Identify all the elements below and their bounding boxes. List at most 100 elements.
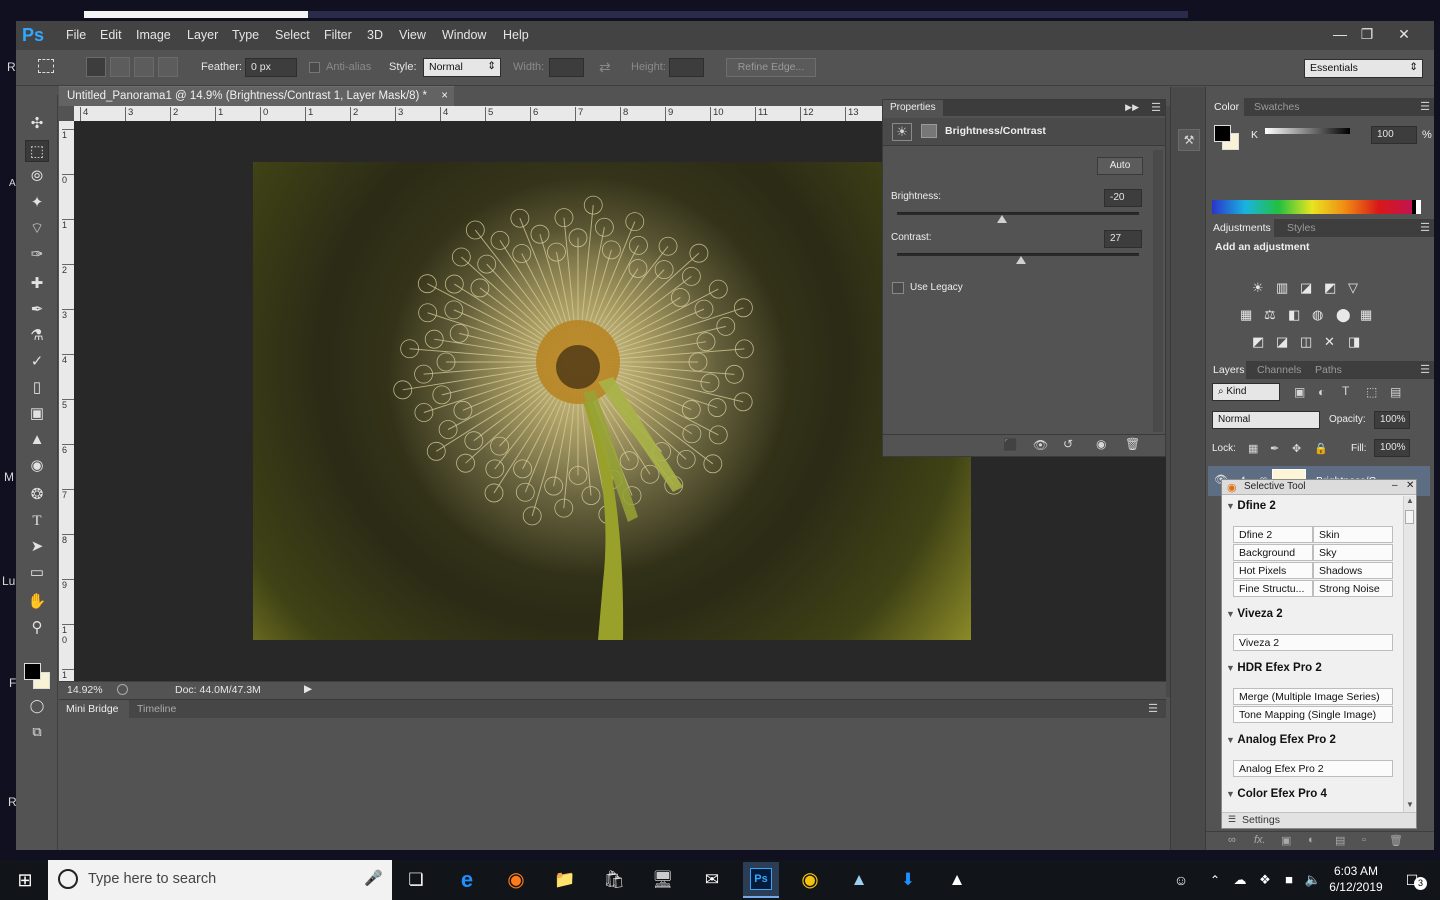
subtract-selection-icon[interactable]	[134, 57, 154, 77]
filter-button[interactable]: Strong Noise	[1313, 580, 1393, 597]
refine-edge-button[interactable]: Refine Edge...	[726, 58, 816, 77]
new-group-icon[interactable]: ▤	[1335, 834, 1345, 847]
chrome-icon[interactable]: ◉	[795, 866, 825, 894]
lasso-tool-icon[interactable]: ⦾	[25, 166, 49, 188]
history-panel-icon[interactable]: ⚒	[1178, 129, 1200, 151]
add-selection-icon[interactable]	[110, 57, 130, 77]
filter-button[interactable]: Skin	[1313, 526, 1393, 543]
filter-kind-select[interactable]: ⌕ Kind	[1212, 383, 1280, 401]
pen-tool-icon[interactable]: ❂	[25, 484, 49, 506]
menu-select[interactable]: Select	[275, 28, 310, 42]
menu-window[interactable]: Window	[442, 28, 486, 42]
section-header[interactable]: ▼ Analog Efex Pro 2	[1226, 734, 1336, 746]
new-selection-icon[interactable]	[86, 57, 106, 77]
quick-selection-tool-icon[interactable]: ✦	[25, 192, 49, 214]
visibility-icon[interactable]: ◉	[1096, 437, 1106, 451]
delete-layer-icon[interactable]: 🗑	[1389, 834, 1403, 847]
zoom-tool-icon[interactable]: ⚲	[25, 617, 49, 639]
menu-help[interactable]: Help	[503, 28, 529, 42]
style-select[interactable]: Normal ⇕	[423, 58, 501, 77]
fill-input[interactable]: 100%	[1374, 439, 1410, 457]
expand-icon[interactable]: ▼	[1226, 609, 1237, 619]
filter-button[interactable]: Fine Structu...	[1233, 580, 1313, 597]
curves-icon[interactable]: ◪	[1300, 280, 1312, 296]
reset-icon[interactable]: ↺	[1063, 437, 1073, 451]
blur-tool-icon[interactable]: ▲	[25, 429, 49, 451]
intersect-selection-icon[interactable]	[158, 57, 178, 77]
minimize-icon[interactable]: –	[1392, 480, 1398, 491]
healing-brush-tool-icon[interactable]: ✚	[25, 273, 49, 295]
menu-3d[interactable]: 3D	[367, 28, 383, 42]
eyedropper-tool-icon[interactable]: ✑	[25, 244, 49, 266]
lock-pixels-icon[interactable]: ✒	[1270, 442, 1279, 455]
close-icon[interactable]: ✕	[1406, 480, 1414, 491]
people-icon[interactable]: ☺	[1166, 866, 1196, 894]
tab-layers[interactable]: Layers	[1213, 364, 1245, 376]
expand-icon[interactable]: ▼	[1226, 735, 1237, 745]
windows-start-icon[interactable]: ⊞	[10, 866, 40, 894]
black-white-icon[interactable]: ◧	[1288, 307, 1300, 323]
photo-filter-icon[interactable]: ◍	[1312, 307, 1323, 323]
brightness-icon[interactable]: ☀	[892, 123, 912, 141]
workspace-select[interactable]: Essentials ⇕	[1304, 59, 1423, 78]
app-icon[interactable]: ▲	[844, 866, 874, 894]
feather-input[interactable]: 0 px	[245, 58, 297, 77]
menu-file[interactable]: File	[66, 28, 86, 42]
panel-menu-icon[interactable]: ☰	[1151, 101, 1161, 114]
taskbar-search-box[interactable]: Type here to search 🎤	[48, 860, 392, 900]
scroll-down-icon[interactable]: ▼	[1406, 800, 1414, 809]
clone-stamp-tool-icon[interactable]: ⚗	[25, 325, 49, 347]
settings-icon[interactable]: ☰	[1228, 814, 1236, 825]
collapse-icon[interactable]: ▶▶	[1125, 102, 1139, 113]
task-view-icon[interactable]: ❏	[401, 866, 431, 894]
tab-paths[interactable]: Paths	[1315, 364, 1342, 376]
photoshop-taskbar-icon[interactable]: Ps	[743, 862, 779, 898]
filter-shape-icon[interactable]: ⬚	[1366, 385, 1377, 399]
tab-timeline[interactable]: Timeline	[137, 703, 176, 715]
contrast-slider-thumb[interactable]	[1016, 256, 1027, 264]
edge-browser-icon[interactable]: e	[452, 866, 482, 894]
new-layer-icon[interactable]: ▫	[1362, 834, 1366, 846]
view-previous-icon[interactable]: 👁	[1033, 438, 1048, 452]
store-icon[interactable]: 🛍	[599, 866, 629, 894]
hand-tool-icon[interactable]: ✋	[25, 591, 49, 613]
crop-tool-icon[interactable]: ⌔	[25, 218, 49, 240]
filter-button[interactable]: Viveza 2	[1233, 634, 1393, 651]
marquee-tool-icon[interactable]	[38, 59, 54, 73]
tab-channels[interactable]: Channels	[1257, 364, 1301, 376]
section-header[interactable]: ▼ HDR Efex Pro 2	[1226, 662, 1322, 674]
menu-layer[interactable]: Layer	[187, 28, 218, 42]
tab-swatches[interactable]: Swatches	[1254, 101, 1300, 113]
file-explorer-icon[interactable]: 📁	[550, 866, 580, 894]
rectangular-marquee-tool-icon[interactable]: ⬚	[25, 140, 49, 162]
scroll-up-icon[interactable]: ▲	[1406, 496, 1414, 505]
color-foreground-swatch[interactable]	[1214, 125, 1231, 142]
firefox-icon[interactable]: ◉	[501, 866, 531, 894]
selective-color-icon[interactable]: ✕	[1324, 334, 1335, 350]
settings-label[interactable]: Settings	[1242, 814, 1280, 826]
expand-icon[interactable]: ▼	[1226, 501, 1237, 511]
filter-button[interactable]: Shadows	[1313, 562, 1393, 579]
dandelion-photo[interactable]	[253, 162, 971, 640]
maximize-icon[interactable]: ❐	[1349, 24, 1385, 44]
lock-position-icon[interactable]: ✥	[1292, 442, 1301, 455]
color-spectrum[interactable]	[1212, 200, 1412, 214]
new-adjustment-icon[interactable]: ◐	[1308, 834, 1315, 846]
panel-menu-icon[interactable]: ☰	[1420, 363, 1430, 376]
brightness-slider[interactable]	[897, 212, 1139, 223]
menu-image[interactable]: Image	[136, 28, 171, 42]
lock-transparent-icon[interactable]: ▦	[1248, 442, 1258, 455]
black-white-swatch[interactable]	[1412, 200, 1421, 214]
selective-scrollbar[interactable]: ▲ ▼	[1403, 496, 1415, 812]
menu-view[interactable]: View	[399, 28, 426, 42]
filter-button[interactable]: Sky	[1313, 544, 1393, 561]
quick-mask-icon[interactable]: ◯	[25, 695, 49, 717]
filter-pixel-icon[interactable]: ▣	[1294, 385, 1305, 399]
section-header[interactable]: ▼ Color Efex Pro 4	[1226, 788, 1327, 800]
filter-button[interactable]: Hot Pixels	[1233, 562, 1313, 579]
rectangle-tool-icon[interactable]: ▭	[25, 562, 49, 584]
tab-adjustments[interactable]: Adjustments	[1213, 222, 1271, 234]
history-brush-tool-icon[interactable]: ✓	[25, 351, 49, 373]
filter-button[interactable]: Analog Efex Pro 2	[1233, 760, 1393, 777]
app-icon[interactable]: 🖥	[648, 866, 678, 894]
